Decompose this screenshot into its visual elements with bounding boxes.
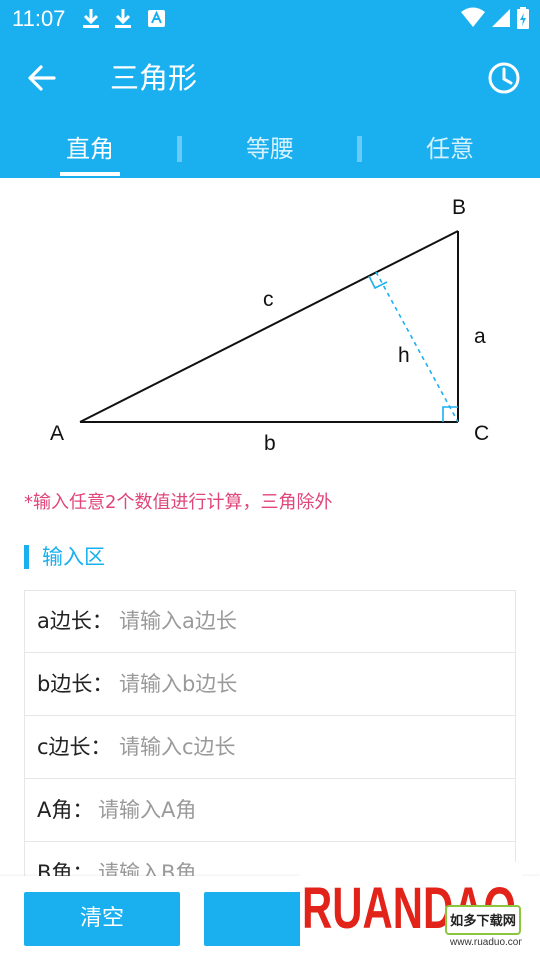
vertex-b-label: B — [452, 196, 466, 219]
status-bar: 11:07 — [0, 0, 540, 36]
download-icon — [115, 9, 131, 28]
side-c-input[interactable] — [119, 731, 449, 763]
section-title: 输入区 — [42, 545, 105, 569]
input-list: a边长： b边长： c边长： A角： B角： — [24, 590, 516, 880]
side-a-label: a — [474, 325, 486, 348]
page-title: 三角形 — [110, 61, 198, 95]
input-row-b: b边长： — [25, 654, 515, 716]
app-notification-icon — [148, 10, 165, 27]
height-h-label: h — [398, 344, 410, 367]
tab-right-triangle[interactable]: 直角 — [0, 122, 180, 178]
height-h-line — [375, 271, 459, 423]
side-b-input[interactable] — [119, 668, 449, 700]
section-marker — [24, 545, 29, 569]
watermark-sub-text: 如多下载网 — [450, 913, 516, 929]
right-angle-mark — [442, 406, 458, 422]
vertex-a-label: A — [50, 422, 64, 445]
app-bar: 三角形 — [0, 36, 540, 122]
status-time: 11:07 — [12, 6, 66, 31]
input-label: c边长： — [37, 735, 112, 759]
wifi-icon — [461, 7, 485, 27]
watermark-url: www.ruaduo.com — [449, 937, 522, 948]
clear-button[interactable]: 清空 — [24, 892, 180, 946]
side-c-line — [79, 230, 459, 423]
input-hint: *输入任意2个数值进行计算，三角除外 — [24, 492, 333, 513]
input-row-c: c边长： — [25, 717, 515, 779]
back-arrow-icon[interactable] — [22, 58, 62, 98]
ruanduo-watermark-logo: RUANDAO 如多下载网 www.ruaduo.com — [300, 862, 522, 948]
input-label: A角： — [37, 798, 94, 822]
battery-icon — [517, 7, 529, 29]
clock-icon[interactable] — [484, 58, 524, 98]
tab-arbitrary[interactable]: 任意 — [360, 122, 540, 178]
input-label: a边长： — [37, 609, 113, 633]
side-a-input[interactable] — [119, 605, 449, 637]
side-c-label: c — [263, 288, 274, 311]
vertex-c-label: C — [474, 422, 489, 445]
input-row-angle-a: A角： — [25, 780, 515, 842]
input-row-a: a边长： — [25, 591, 515, 653]
tab-isosceles[interactable]: 等腰 — [180, 122, 360, 178]
side-b-label: b — [264, 432, 276, 455]
header: 11:07 三角形 直角 等腰 任意 — [0, 0, 540, 178]
tab-bar: 直角 等腰 任意 — [0, 122, 540, 178]
input-label: b边长： — [37, 672, 114, 696]
angle-a-input[interactable] — [98, 794, 428, 826]
tab-active-indicator — [60, 172, 120, 176]
triangle-diagram: A B C a b c h — [50, 196, 489, 455]
download-icon — [83, 9, 99, 28]
signal-icon — [492, 9, 510, 27]
